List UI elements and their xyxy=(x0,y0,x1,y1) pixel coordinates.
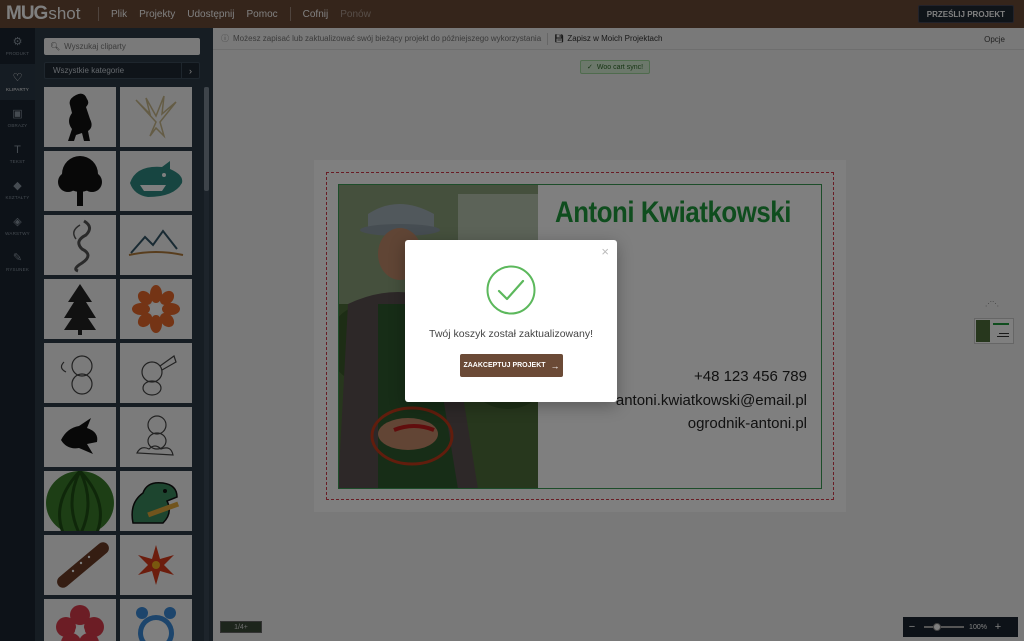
close-icon[interactable]: × xyxy=(601,244,609,259)
arrow-right-icon: → xyxy=(550,360,560,371)
accept-project-button[interactable]: ZAAKCEPTUJ PROJEKT → xyxy=(460,354,563,377)
dialog-message: Twój koszyk został zaktualizowany! xyxy=(429,328,593,340)
cart-updated-dialog: × Twój koszyk został zaktualizowany! ZAA… xyxy=(405,240,617,402)
success-check-icon xyxy=(486,265,536,315)
